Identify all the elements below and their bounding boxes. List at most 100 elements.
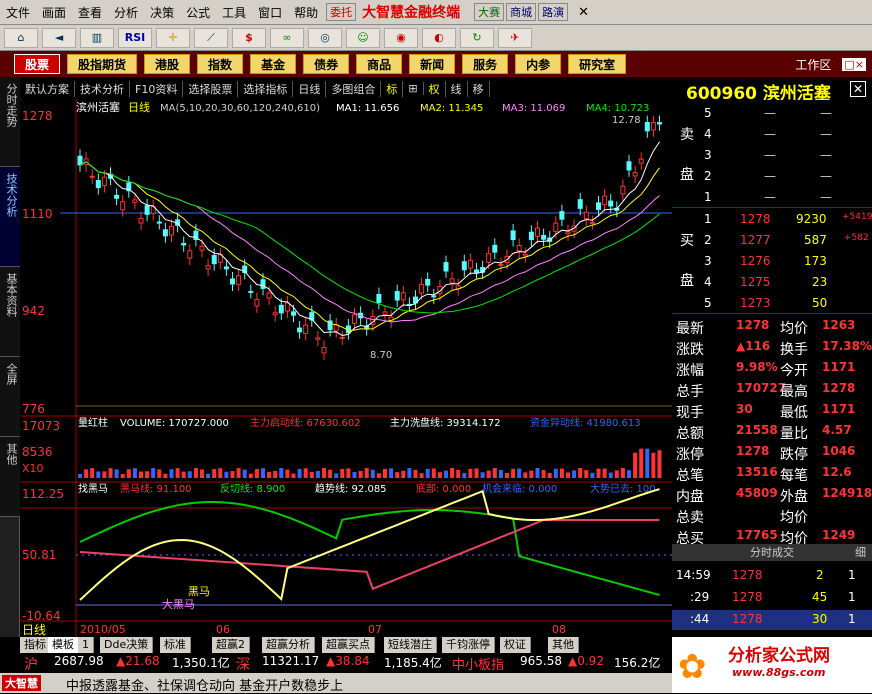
volume-bar bbox=[572, 470, 577, 478]
chart-area[interactable]: 滨州活塞 日线 MA(5,10,20,30,60,120,240,610) MA… bbox=[20, 100, 672, 637]
mall-button[interactable]: 商城 bbox=[506, 3, 537, 21]
entrust-button[interactable]: 委托 bbox=[326, 3, 357, 21]
tab-insider[interactable]: 内参 bbox=[515, 54, 562, 74]
target-icon[interactable]: ◉ bbox=[384, 27, 418, 48]
menu-window[interactable]: 窗口 bbox=[252, 4, 288, 21]
rsi-icon[interactable]: RSI bbox=[118, 27, 152, 48]
sidebar-item-fullscreen[interactable]: 全屏 bbox=[0, 357, 22, 437]
bottom-tab[interactable]: 超赢分析 bbox=[262, 637, 315, 653]
volume-bar bbox=[352, 471, 357, 478]
sidebar-item-fundamentals[interactable]: 基本资料 bbox=[0, 267, 22, 357]
workarea-label[interactable]: 工作区 bbox=[795, 56, 835, 73]
menu-help[interactable]: 帮助 bbox=[288, 4, 324, 21]
buy-row[interactable]: 4 1275 23 bbox=[672, 273, 872, 293]
menu-file[interactable]: 文件 bbox=[0, 4, 36, 21]
plane-icon[interactable]: ✈ bbox=[498, 27, 532, 48]
tab-research[interactable]: 研究室 bbox=[568, 54, 627, 74]
volume-bar bbox=[102, 471, 107, 478]
select-stock-button[interactable]: 选择股票 bbox=[183, 80, 239, 97]
tab-fund[interactable]: 基金 bbox=[250, 54, 297, 74]
tab-index-futures[interactable]: 股指期货 bbox=[67, 54, 138, 74]
sidebar-item-other[interactable]: 其他 bbox=[0, 437, 22, 517]
quote-cell: 最新 bbox=[676, 321, 704, 337]
menu-view-screen[interactable]: 画面 bbox=[36, 4, 72, 21]
sidebar-item-timeshare[interactable]: 分时走势 bbox=[0, 77, 22, 167]
buy-row[interactable]: 3 1276 173 bbox=[672, 252, 872, 272]
volume-bar bbox=[651, 452, 656, 478]
bottom-tab[interactable]: 1 bbox=[78, 637, 94, 653]
bottom-tab[interactable]: 标准 bbox=[160, 637, 191, 653]
sell-row: 5— — bbox=[704, 106, 832, 120]
menu-formula[interactable]: 公式 bbox=[180, 4, 216, 21]
contest-button[interactable]: 大赛 bbox=[474, 3, 505, 21]
default-scheme-button[interactable]: 默认方案 bbox=[20, 80, 75, 97]
tab-news[interactable]: 新闻 bbox=[409, 54, 456, 74]
menu-view[interactable]: 查看 bbox=[72, 4, 108, 21]
tab-service[interactable]: 服务 bbox=[462, 54, 509, 74]
ad-banner[interactable]: 分析家公式网 www.88gs.com ✿ bbox=[672, 637, 872, 693]
multi-chart-dropdown[interactable]: 多图组合 bbox=[326, 80, 382, 97]
sme-amount: 156.2亿 bbox=[614, 656, 661, 670]
dollar-icon[interactable]: $ bbox=[232, 27, 266, 48]
tab-stock[interactable]: 股票 bbox=[14, 54, 61, 74]
technical-analysis-dropdown[interactable]: 技术分析 bbox=[75, 80, 130, 97]
sell-row: 1— — bbox=[704, 190, 832, 204]
refresh-icon[interactable]: ↻ bbox=[460, 27, 494, 48]
kline-icon[interactable]: ▥ bbox=[80, 27, 114, 48]
volume-bar bbox=[242, 469, 247, 478]
volume-bar bbox=[608, 472, 613, 478]
volume-bar bbox=[566, 472, 570, 478]
window-controls[interactable]: □× bbox=[842, 57, 866, 71]
buy-row[interactable]: 1 1278 9230 +5419 bbox=[672, 210, 872, 230]
binoculars-icon[interactable]: ◎ bbox=[308, 27, 342, 48]
bottom-tab[interactable]: 超赢买点 bbox=[322, 637, 375, 653]
ticks-detail-button[interactable]: 细 bbox=[855, 544, 866, 561]
plus-icon[interactable]: ⊞ bbox=[403, 82, 424, 95]
period-daily-dropdown[interactable]: 日线 bbox=[293, 80, 327, 97]
volume-bar bbox=[139, 471, 143, 478]
select-indicator-button[interactable]: 选择指标 bbox=[238, 80, 294, 97]
back-icon[interactable]: ◄ bbox=[42, 27, 76, 48]
tab-hk-stock[interactable]: 港股 bbox=[144, 54, 191, 74]
move-button[interactable]: 移 bbox=[468, 80, 490, 97]
menu-decision[interactable]: 决策 bbox=[144, 4, 180, 21]
candle-body bbox=[486, 253, 492, 263]
link-icon[interactable]: ∞ bbox=[270, 27, 304, 48]
close-icon[interactable]: ✕ bbox=[578, 5, 589, 20]
user-icon[interactable]: ☺ bbox=[346, 27, 380, 48]
bottom-tab[interactable]: 模板 bbox=[48, 637, 79, 653]
close-panel-icon[interactable]: ✕ bbox=[849, 81, 866, 97]
rights-button[interactable]: 权 bbox=[424, 80, 446, 97]
tab-commodity[interactable]: 商品 bbox=[356, 54, 403, 74]
buy-row[interactable]: 5 1273 50 bbox=[672, 294, 872, 314]
bottom-tab[interactable]: 指标 bbox=[20, 637, 51, 653]
line-button[interactable]: 线 bbox=[446, 80, 468, 97]
quote-cell: ▲116 bbox=[736, 339, 771, 353]
candle-body bbox=[620, 185, 626, 195]
bottom-tab[interactable]: 千钧涨停 bbox=[442, 637, 495, 653]
mark-button[interactable]: 标 bbox=[381, 80, 404, 97]
menu-analysis[interactable]: 分析 bbox=[108, 4, 144, 21]
news-text[interactable]: 中报透露基金、社保调仓动向 基金开户数稳步上 bbox=[66, 675, 343, 694]
tab-index[interactable]: 指数 bbox=[197, 54, 244, 74]
quote-cell: 量比 bbox=[780, 426, 808, 442]
bottom-tab[interactable]: Dde决策 bbox=[100, 637, 154, 653]
cross-icon[interactable]: ✛ bbox=[156, 27, 190, 48]
candle-body bbox=[596, 202, 601, 210]
f10-info-button[interactable]: F10资料 bbox=[130, 80, 184, 97]
home-icon[interactable]: ⌂ bbox=[4, 27, 38, 48]
buy-row[interactable]: 2 1277 587 +582 bbox=[672, 231, 872, 251]
tab-bond[interactable]: 债券 bbox=[303, 54, 350, 74]
bottom-tab[interactable]: 其他 bbox=[548, 637, 579, 653]
sidebar-item-technical[interactable]: 技术分析 bbox=[0, 167, 22, 267]
menu-tools[interactable]: 工具 bbox=[216, 4, 252, 21]
ruler-icon[interactable]: ⟋ bbox=[194, 27, 228, 48]
bottom-tab[interactable]: 超赢2 bbox=[212, 637, 250, 653]
bottom-tab[interactable]: 短线潜庄 bbox=[384, 637, 437, 653]
eye-icon[interactable]: ◐ bbox=[422, 27, 456, 48]
y-label-high: 1278 bbox=[22, 109, 53, 123]
bottom-tab[interactable]: 权证 bbox=[500, 637, 531, 653]
candle-body bbox=[321, 346, 327, 354]
sh-label: 沪 bbox=[24, 657, 38, 673]
roadshow-button[interactable]: 路演 bbox=[538, 3, 569, 21]
